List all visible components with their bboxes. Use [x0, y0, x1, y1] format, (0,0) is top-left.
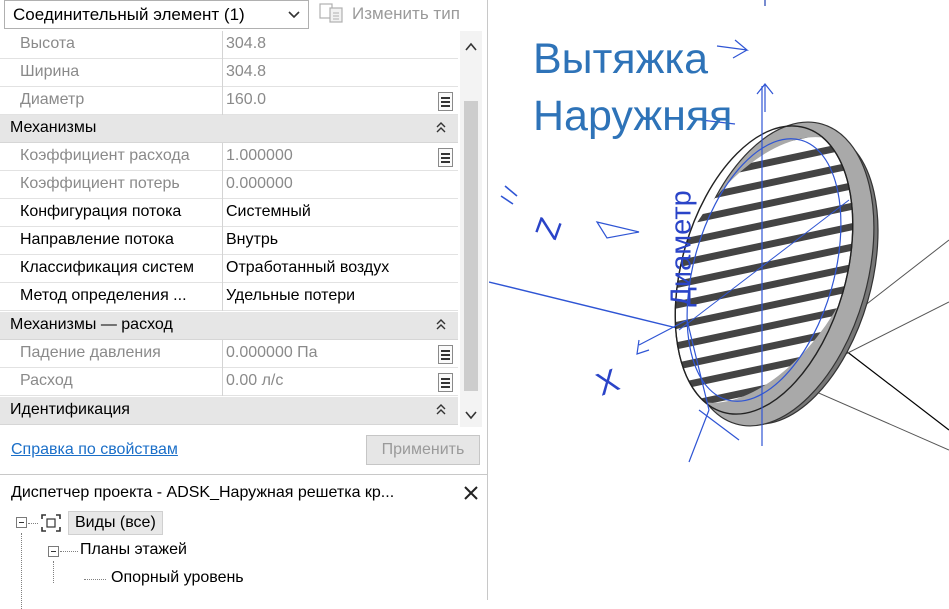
property-row-flow-coefficient[interactable]: Коэффициент расхода 1.000000 — [0, 143, 458, 171]
scrollbar-thumb[interactable] — [464, 101, 478, 391]
tree-connector — [28, 523, 38, 524]
edit-type-label: Изменить тип — [352, 4, 460, 23]
tree-collapse-toggle[interactable] — [16, 517, 27, 528]
property-name: Конфигурация потока — [20, 203, 182, 220]
property-value: 304.8 — [226, 63, 267, 80]
type-selector-value: Соединительный элемент (1) — [13, 5, 245, 24]
group-label: Идентификация — [10, 401, 130, 418]
property-value: Внутрь — [226, 231, 279, 248]
property-row-loss-coefficient[interactable]: Коэффициент потерь 0.000000 — [0, 171, 458, 199]
property-value: 160.0 — [226, 91, 267, 108]
project-browser-title: Диспетчер проекта - ADSK_Наружная решетк… — [11, 484, 395, 501]
type-selector-dropdown[interactable]: Соединительный элемент (1) — [4, 0, 309, 29]
associate-parameter-button[interactable] — [438, 373, 453, 392]
properties-panel: Соединительный элемент (1) Изменить тип … — [0, 0, 488, 609]
tree-connector — [84, 579, 106, 580]
group-header-mechanisms-flow[interactable]: Механизмы — расход — [0, 312, 458, 340]
associate-parameter-button[interactable] — [438, 92, 453, 111]
property-row-height[interactable]: Высота 304.8 — [0, 31, 458, 59]
family-title-line2: Наружняя — [533, 92, 733, 140]
edit-type-icon — [319, 3, 343, 23]
collapse-icon — [436, 319, 446, 330]
property-value: Отработанный воздух — [226, 259, 390, 276]
properties-help-link[interactable]: Справка по свойствам — [11, 441, 178, 459]
property-value: Удельные потери — [226, 287, 356, 304]
property-row-system-classification[interactable]: Классификация систем Отработанный воздух — [0, 255, 458, 283]
column-divider — [222, 227, 223, 255]
property-name: Падение давления — [20, 344, 161, 361]
associate-parameter-button[interactable] — [438, 148, 453, 167]
property-name: Высота — [20, 35, 75, 52]
property-value: 304.8 — [226, 35, 267, 52]
tree-node-floor-plans[interactable]: Планы этажей — [80, 541, 187, 559]
column-divider — [222, 255, 223, 283]
property-row-loss-method[interactable]: Метод определения ... Удельные потери — [0, 283, 458, 311]
properties-grid: Высота 304.8 Ширина 304.8 Диаметр 160.0 … — [0, 31, 458, 427]
column-divider — [222, 340, 223, 368]
column-divider — [222, 199, 223, 227]
property-name: Ширина — [20, 63, 80, 80]
tree-node-all-views[interactable]: Виды (все) — [68, 511, 163, 535]
chevron-down-icon — [288, 11, 300, 19]
collapse-icon — [436, 404, 446, 415]
property-value: 0.000000 Па — [226, 344, 318, 361]
property-row-flow-configuration[interactable]: Конфигурация потока Системный — [0, 199, 458, 227]
column-divider — [222, 171, 223, 199]
edit-type-button[interactable]: Изменить тип — [318, 0, 460, 28]
property-name: Расход — [20, 372, 73, 389]
project-browser: Диспетчер проекта - ADSK_Наружная решетк… — [0, 474, 488, 609]
type-selector-row: Соединительный элемент (1) Изменить тип — [0, 0, 488, 30]
tree-node-reference-level[interactable]: Опорный уровень — [111, 569, 244, 587]
dimension-label-diameter: Диаметр — [665, 190, 698, 307]
property-row-pressure-drop[interactable]: Падение давления 0.000000 Па — [0, 340, 458, 368]
group-label: Механизмы — [10, 119, 97, 136]
property-name: Направление потока — [20, 231, 174, 248]
model-view-canvas[interactable] — [489, 0, 949, 600]
property-row-flow[interactable]: Расход 0.00 л/с — [0, 368, 458, 396]
column-divider — [222, 31, 223, 59]
property-name: Коэффициент потерь — [20, 175, 180, 192]
tree-collapse-toggle[interactable] — [48, 546, 59, 557]
project-browser-header: Диспетчер проекта - ADSK_Наружная решетк… — [0, 475, 488, 511]
property-name: Коэффициент расхода — [20, 147, 190, 164]
drawing-viewport[interactable]: Вытяжка Наружняя Диаметр Z X — [489, 0, 949, 600]
group-label: Механизмы — расход — [10, 316, 173, 333]
property-name: Диаметр — [20, 91, 85, 108]
column-divider — [222, 283, 223, 311]
property-row-flow-direction[interactable]: Направление потока Внутрь — [0, 227, 458, 255]
apply-button[interactable]: Применить — [366, 435, 480, 465]
tree-connector — [53, 561, 54, 583]
column-divider — [222, 87, 223, 115]
column-divider — [222, 368, 223, 396]
collapse-icon — [436, 122, 446, 133]
property-name: Метод определения ... — [20, 287, 187, 304]
property-row-width[interactable]: Ширина 304.8 — [0, 59, 458, 87]
column-divider — [222, 59, 223, 87]
group-header-identification[interactable]: Идентификация — [0, 397, 458, 425]
properties-scrollbar[interactable] — [460, 31, 482, 427]
close-icon[interactable] — [462, 484, 480, 502]
tree-connector — [21, 533, 22, 609]
properties-footer: Справка по свойствам Применить — [0, 430, 488, 472]
column-divider — [222, 143, 223, 171]
family-title-line1: Вытяжка — [533, 35, 709, 83]
tree-connector — [60, 551, 78, 552]
scroll-up-icon[interactable] — [463, 39, 479, 55]
group-header-mechanisms[interactable]: Механизмы — [0, 115, 458, 143]
property-value: 0.00 л/с — [226, 372, 284, 389]
associate-parameter-button[interactable] — [438, 345, 453, 364]
property-row-diameter[interactable]: Диаметр 160.0 — [0, 87, 458, 115]
property-value: 1.000000 — [226, 147, 293, 164]
scroll-down-icon[interactable] — [463, 407, 479, 423]
property-value: Системный — [226, 203, 311, 220]
property-value: 0.000000 — [226, 175, 293, 192]
property-name: Классификация систем — [20, 259, 195, 276]
views-icon — [41, 514, 61, 532]
